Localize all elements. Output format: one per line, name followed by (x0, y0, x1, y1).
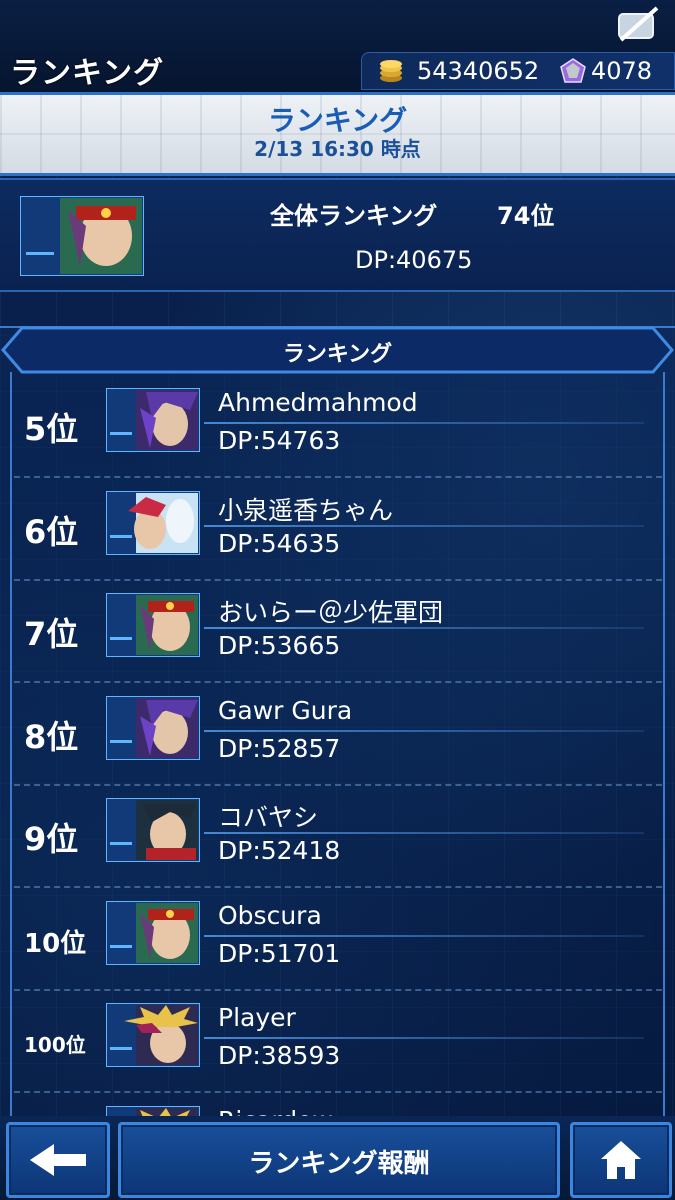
ranking-screen: ランキング 54340652 4078 ランキング 2/13 16:30 時点 (0, 0, 675, 1200)
ranking-list-header: ランキング (0, 326, 675, 374)
rank-label: 7位 (24, 615, 79, 653)
gold-coin-icon (380, 60, 402, 82)
my-ranking-card: 全体ランキング 74位 DP:40675 (0, 178, 675, 292)
player-dp: DP:51701 (218, 938, 341, 968)
ranking-row[interactable]: 100位 Player DP:38593 (14, 991, 662, 1093)
rank-label: 9位 (24, 820, 79, 858)
player-name: おいらー＠少佐軍団 (218, 598, 444, 627)
ranking-row[interactable]: 6位 小泉遥香ちゃん DP:54635 (14, 479, 662, 581)
rank-label: 8位 (24, 717, 79, 756)
ranking-reward-label: ランキング報酬 (248, 1149, 430, 1179)
gem-icon (560, 58, 586, 83)
player-avatar (106, 593, 200, 657)
player-dp: DP:54635 (218, 528, 341, 558)
coins-value: 54340652 (417, 57, 540, 85)
panel-border-left (10, 372, 12, 1132)
player-name: Gawr Gura (218, 695, 353, 725)
arrow-left-icon (30, 1144, 86, 1176)
player-dp: DP:52857 (218, 733, 341, 763)
player-name: コバヤシ (218, 803, 319, 832)
home-icon (601, 1141, 641, 1179)
player-dp: DP:53665 (218, 631, 341, 660)
rank-label: 6位 (24, 512, 79, 551)
player-dp: DP:52418 (218, 836, 341, 865)
row-accent-line (204, 934, 644, 937)
player-avatar (106, 1003, 200, 1067)
player-avatar (106, 798, 200, 862)
player-dp: DP:54763 (218, 426, 341, 455)
rank-label: 5位 (24, 410, 79, 448)
currency-display: 54340652 4078 (361, 52, 675, 90)
ranking-row[interactable]: 5位 Ahmedmahmod DP:54763 (14, 376, 662, 478)
rank-label: 10位 (24, 928, 87, 959)
screen-title: ランキング (10, 56, 165, 91)
my-avatar (20, 196, 144, 276)
mute-icon[interactable] (615, 4, 661, 44)
player-dp: DP:38593 (218, 1041, 341, 1070)
panel-border-right (663, 372, 665, 1132)
player-name: Player (218, 1003, 296, 1032)
player-avatar (106, 695, 200, 760)
my-rank: 74位 (497, 202, 555, 230)
ranking-row[interactable]: 8位 Gawr Gura DP:52857 (14, 684, 662, 786)
player-avatar (106, 388, 200, 452)
player-avatar (106, 900, 200, 965)
ranking-row[interactable]: 10位 Obscura DP:51701 (14, 889, 662, 991)
bottom-bar: ランキング報酬 (0, 1116, 675, 1200)
ranking-list-title: ランキング (282, 342, 393, 367)
player-avatar (106, 490, 200, 555)
ranking-row[interactable]: 7位 おいらー＠少佐軍団 DP:53665 (14, 581, 662, 683)
row-accent-line (204, 1037, 644, 1039)
row-accent-line (204, 422, 644, 424)
ranking-row[interactable]: 9位 コバヤシ DP:52418 (14, 786, 662, 888)
overall-ranking-label: 全体ランキング (270, 202, 438, 230)
top-bar: ランキング 54340652 4078 (0, 0, 675, 92)
ranking-banner: ランキング 2/13 16:30 時点 (0, 92, 675, 176)
row-accent-line (204, 729, 644, 732)
my-dp: DP:40675 (355, 246, 473, 274)
banner-timestamp: 2/13 16:30 時点 (254, 137, 421, 161)
rank-label: 100位 (24, 1033, 86, 1057)
ranking-reward-button[interactable]: ランキング報酬 (118, 1122, 560, 1198)
player-name: Ahmedmahmod (218, 388, 418, 417)
back-button[interactable] (6, 1122, 110, 1198)
player-name: Obscura (218, 900, 322, 930)
gems-value: 4078 (591, 57, 653, 85)
player-name: 小泉遥香ちゃん (218, 495, 394, 525)
home-button[interactable] (570, 1122, 672, 1198)
